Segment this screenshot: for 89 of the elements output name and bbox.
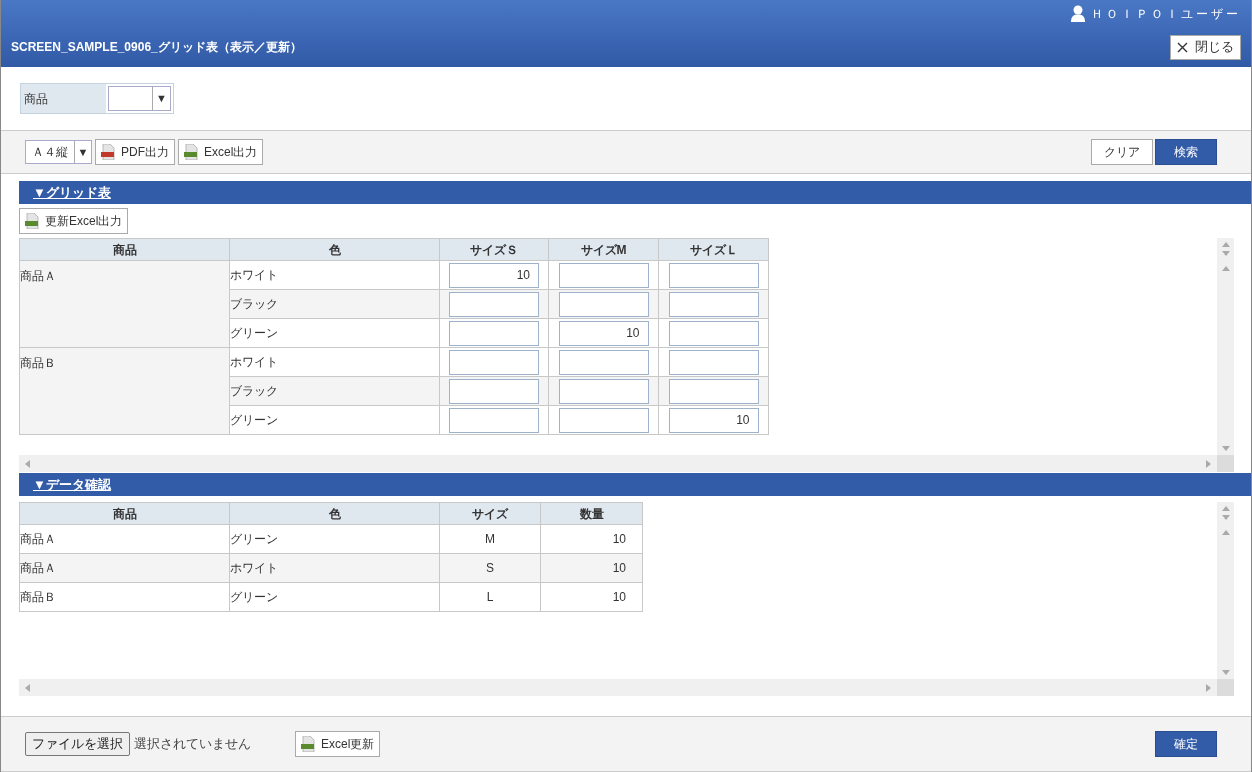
scroll-left-icon[interactable] — [25, 459, 30, 468]
scroll-down-icon[interactable] — [1221, 515, 1230, 520]
clear-button[interactable]: クリア — [1091, 139, 1153, 165]
spreadsheet-file-icon — [301, 736, 315, 752]
quantity-input[interactable] — [449, 349, 539, 375]
quantity-input[interactable] — [558, 378, 649, 404]
column-header: サイズM — [548, 238, 659, 261]
quantity-input[interactable] — [449, 378, 539, 404]
table-cell: L — [439, 582, 541, 612]
column-header: 商品 — [19, 238, 230, 261]
scroll-up-icon[interactable] — [1221, 242, 1230, 247]
scrollbar-corner — [1217, 679, 1234, 696]
pdf-file-icon — [101, 144, 115, 160]
window-title: SCREEN_SAMPLE_0906_グリッド表（表示／更新） — [11, 39, 302, 56]
table-cell: グリーン — [229, 524, 440, 554]
column-header: サイズ — [439, 502, 541, 525]
column-header: 色 — [229, 502, 440, 525]
table-cell: 商品Ｂ — [19, 582, 230, 612]
file-status: 選択されていません — [134, 735, 251, 754]
excel-update-button[interactable]: Excel更新 — [295, 731, 381, 757]
table-cell: ブラック — [229, 289, 440, 319]
table-cell: 10 — [540, 524, 643, 554]
quantity-input[interactable] — [668, 378, 759, 404]
horizontal-scrollbar[interactable] — [19, 455, 1217, 472]
table-cell: 商品Ａ — [19, 260, 230, 348]
scroll-down-icon[interactable] — [1221, 446, 1230, 451]
scroll-down-icon[interactable] — [1221, 670, 1230, 675]
table-cell: ホワイト — [229, 260, 440, 290]
scroll-right-icon[interactable] — [1206, 459, 1211, 468]
user-icon — [1071, 5, 1085, 22]
scroll-up-icon[interactable] — [1221, 530, 1230, 535]
quantity-input[interactable] — [668, 320, 759, 346]
table-cell: S — [439, 553, 541, 583]
horizontal-scrollbar[interactable] — [19, 679, 1217, 696]
spreadsheet-file-icon — [184, 144, 198, 160]
scroll-right-icon[interactable] — [1206, 683, 1211, 692]
column-header: サイズＬ — [658, 238, 769, 261]
quantity-input[interactable] — [668, 291, 759, 317]
close-button[interactable]: 閉じる — [1170, 34, 1241, 60]
paper-size-select[interactable]: Ａ４縦 ▼ — [25, 140, 92, 164]
table-cell: グリーン — [229, 318, 440, 348]
quantity-input[interactable]: 10 — [449, 262, 539, 288]
quantity-input[interactable] — [449, 320, 539, 346]
scroll-up-icon[interactable] — [1221, 506, 1230, 511]
vertical-scrollbar[interactable] — [1217, 502, 1234, 679]
quantity-input[interactable] — [558, 407, 649, 433]
quantity-input[interactable] — [558, 349, 649, 375]
table-cell: 10 — [540, 553, 643, 583]
scrollbar-corner — [1217, 455, 1234, 472]
quantity-input[interactable] — [668, 349, 759, 375]
excel-export-button[interactable]: 更新Excel出力 — [19, 208, 129, 234]
table-cell: M — [439, 524, 541, 554]
column-header: 色 — [229, 238, 440, 261]
file-select-button[interactable]: ファイルを選択 — [25, 732, 130, 756]
column-header: 数量 — [540, 502, 643, 525]
table-cell: ホワイト — [229, 553, 440, 583]
scroll-up-icon[interactable] — [1221, 266, 1230, 271]
paper-size-value: Ａ４縦 — [31, 144, 69, 161]
column-header: サイズＳ — [439, 238, 549, 261]
table-cell: 商品Ａ — [19, 524, 230, 554]
quantity-input[interactable] — [449, 291, 539, 317]
close-icon — [1177, 41, 1188, 53]
quantity-input[interactable] — [558, 262, 649, 288]
quantity-input[interactable]: 10 — [668, 407, 759, 433]
confirm-button[interactable]: 確定 — [1155, 731, 1217, 757]
section-toggle-link[interactable]: ▼グリッド表 — [33, 182, 111, 203]
table-cell: ホワイト — [229, 347, 440, 377]
search-button[interactable]: 検索 — [1155, 139, 1217, 165]
quantity-input[interactable] — [449, 407, 539, 433]
table-cell: グリーン — [229, 582, 440, 612]
spreadsheet-file-icon — [25, 213, 39, 229]
table-cell: グリーン — [229, 405, 440, 435]
table-cell: 10 — [540, 582, 643, 612]
user-name: ＨＯＩＰＯＩユーザー — [1091, 5, 1241, 23]
table-cell: ブラック — [229, 376, 440, 406]
pdf-export-button[interactable]: PDF出力 — [95, 139, 175, 165]
table-cell: 商品Ａ — [19, 553, 230, 583]
column-header: 商品 — [19, 502, 230, 525]
quantity-input[interactable] — [668, 262, 759, 288]
scroll-down-icon[interactable] — [1221, 251, 1230, 256]
table-cell: 商品Ｂ — [19, 347, 230, 435]
scroll-left-icon[interactable] — [25, 683, 30, 692]
filter-label: 商品 — [21, 84, 106, 113]
excel-export-button[interactable]: Excel出力 — [178, 139, 264, 165]
vertical-scrollbar[interactable] — [1217, 238, 1234, 455]
quantity-input[interactable] — [558, 291, 649, 317]
quantity-input[interactable]: 10 — [558, 320, 649, 346]
section-toggle-link[interactable]: ▼データ確認 — [33, 474, 111, 495]
product-select[interactable]: ▼ — [108, 86, 171, 111]
